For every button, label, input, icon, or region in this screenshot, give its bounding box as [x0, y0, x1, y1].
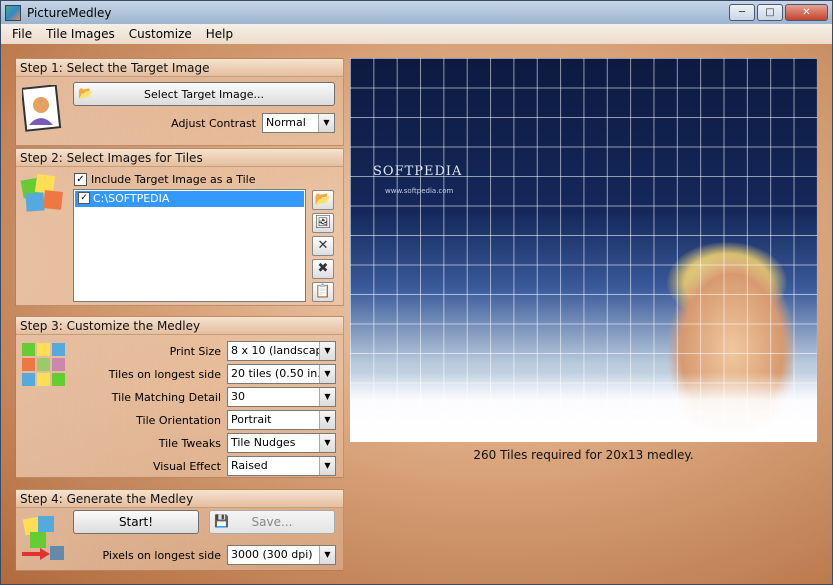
print-size-select[interactable]: 8 x 10 (landscape) ▼: [227, 341, 336, 361]
portrait-icon: [22, 85, 62, 132]
menu-bar: File Tile Images Customize Help: [1, 24, 832, 44]
window-title: PictureMedley: [27, 5, 112, 20]
visual-effect-label: Visual Effect: [153, 460, 221, 473]
visual-effect-select[interactable]: Raised ▼: [227, 456, 336, 476]
medley-preview[interactable]: [350, 58, 817, 442]
add-image-icon: 🖼: [314, 215, 332, 230]
matching-detail-select[interactable]: 30 ▼: [227, 387, 336, 407]
save-button[interactable]: 💾 Save...: [209, 510, 335, 534]
tiles-icon: [20, 173, 63, 212]
app-icon: [5, 4, 21, 21]
print-size-label: Print Size: [169, 345, 221, 358]
contrast-label: Adjust Contrast: [171, 117, 256, 130]
close-button[interactable]: ✕: [785, 4, 828, 21]
generate-icon: [22, 516, 64, 560]
grid-tiles-icon: [22, 343, 65, 386]
tile-tweaks-label: Tile Tweaks: [158, 437, 221, 450]
step1-title: Step 1: Select the Target Image: [16, 59, 343, 77]
chevron-down-icon: ▼: [318, 114, 334, 132]
add-images-button[interactable]: 🖼: [312, 213, 334, 233]
menu-tile-images[interactable]: Tile Images: [39, 27, 122, 41]
menu-file[interactable]: File: [5, 27, 39, 41]
chevron-down-icon: ▼: [319, 365, 335, 383]
pixels-value: 3000 (300 dpi): [231, 548, 313, 561]
step4-panel: Step 4: Generate the Medley Start! 💾 Sav…: [15, 489, 344, 571]
visual-effect-value: Raised: [231, 459, 268, 472]
pixels-select[interactable]: 3000 (300 dpi) ▼: [227, 545, 336, 565]
list-item[interactable]: ✓ C:\SOFTPEDIA: [75, 191, 304, 207]
menu-customize[interactable]: Customize: [122, 27, 199, 41]
step4-title: Step 4: Generate the Medley: [16, 490, 343, 508]
matching-detail-label: Tile Matching Detail: [111, 391, 221, 404]
window-controls: ─ □ ✕: [729, 4, 828, 21]
tile-tweaks-value: Tile Nudges: [231, 436, 296, 449]
tiles-longest-select[interactable]: 20 tiles (0.50 in.) ▼: [227, 364, 336, 384]
tile-orientation-select[interactable]: Portrait ▼: [227, 410, 336, 430]
app-window: PictureMedley ─ □ ✕ File Tile Images Cus…: [0, 0, 833, 585]
tile-orientation-label: Tile Orientation: [136, 414, 221, 427]
select-target-image-button[interactable]: 📂 Select Target Image...: [73, 82, 335, 106]
title-bar[interactable]: PictureMedley ─ □ ✕: [1, 1, 832, 24]
tile-grid-overlay: [350, 58, 817, 442]
menu-help[interactable]: Help: [199, 27, 240, 41]
step3-panel: Step 3: Customize the Medley Print Size …: [15, 316, 344, 478]
watermark-text: SOFTPEDIA: [373, 164, 463, 179]
chevron-down-icon: ▼: [319, 434, 335, 452]
contrast-select[interactable]: Normal ▼: [262, 113, 335, 133]
minimize-button[interactable]: ─: [729, 4, 755, 21]
remove-all-icon: ✖: [317, 261, 329, 276]
chevron-down-icon: ▼: [319, 457, 335, 475]
add-folder-button[interactable]: 📂: [312, 190, 334, 210]
matching-detail-value: 30: [231, 390, 245, 403]
close-icon: ✕: [317, 238, 329, 253]
watermark-url: www.softpedia.com: [385, 187, 454, 195]
clipboard-icon: 📋: [314, 284, 332, 299]
step1-panel: Step 1: Select the Target Image 📂 Select…: [15, 58, 344, 146]
pixels-label: Pixels on longest side: [102, 549, 221, 562]
open-folder-icon: 📂: [78, 86, 93, 100]
folder-path: C:\SOFTPEDIA: [93, 192, 170, 205]
include-target-checkbox[interactable]: ✓: [74, 173, 87, 186]
chevron-down-icon: ▼: [319, 546, 335, 564]
contrast-value: Normal: [266, 116, 306, 129]
disk-icon: 💾: [214, 514, 229, 528]
chevron-down-icon: ▼: [319, 342, 335, 360]
chevron-down-icon: ▼: [319, 411, 335, 429]
chevron-down-icon: ▼: [319, 388, 335, 406]
start-button[interactable]: Start!: [73, 510, 199, 534]
remove-button[interactable]: ✕: [312, 236, 334, 256]
step2-panel: Step 2: Select Images for Tiles ✓ Includ…: [15, 148, 344, 306]
folder-checkbox[interactable]: ✓: [78, 192, 90, 204]
include-target-label: Include Target Image as a Tile: [91, 173, 256, 186]
remove-all-button[interactable]: ✖: [312, 259, 334, 279]
save-label: Save...: [251, 515, 293, 529]
main-content: Step 1: Select the Target Image 📂 Select…: [1, 44, 832, 584]
select-target-image-label: Select Target Image...: [144, 87, 264, 101]
paste-button[interactable]: 📋: [312, 282, 334, 302]
tile-orientation-value: Portrait: [231, 413, 272, 426]
status-text: 260 Tiles required for 20x13 medley.: [473, 448, 694, 462]
tiles-longest-label: Tiles on longest side: [108, 368, 221, 381]
tiles-longest-value: 20 tiles (0.50 in.): [231, 367, 326, 380]
step3-title: Step 3: Customize the Medley: [16, 317, 343, 335]
step2-title: Step 2: Select Images for Tiles: [16, 149, 343, 167]
maximize-button[interactable]: □: [757, 4, 783, 21]
tile-folder-list[interactable]: ✓ C:\SOFTPEDIA: [73, 189, 306, 302]
tile-tweaks-select[interactable]: Tile Nudges ▼: [227, 433, 336, 453]
folder-icon: 📂: [314, 192, 332, 207]
